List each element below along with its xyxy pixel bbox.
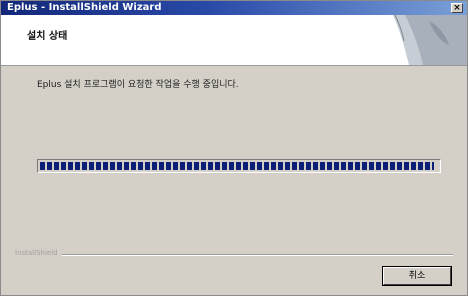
wizard-header: 설치 상태: [1, 15, 467, 66]
window-title: Eplus - InstallShield Wizard: [7, 2, 162, 13]
title-bar[interactable]: Eplus - InstallShield Wizard ×: [1, 1, 467, 15]
progress-bar: [37, 159, 441, 173]
installer-window: Eplus - InstallShield Wizard × 설치 상태 Epl…: [0, 0, 468, 296]
installer-logo-icon: [379, 15, 467, 65]
header-title: 설치 상태: [27, 31, 68, 42]
installshield-label: InstallShield: [15, 249, 62, 257]
cancel-button[interactable]: 취소: [382, 266, 452, 286]
close-button[interactable]: ×: [451, 3, 463, 13]
status-message: Eplus 설치 프로그램이 요청한 작업을 수행 중입니다.: [37, 80, 239, 90]
footer-separator: [15, 254, 453, 256]
progress-fill: [40, 162, 434, 170]
